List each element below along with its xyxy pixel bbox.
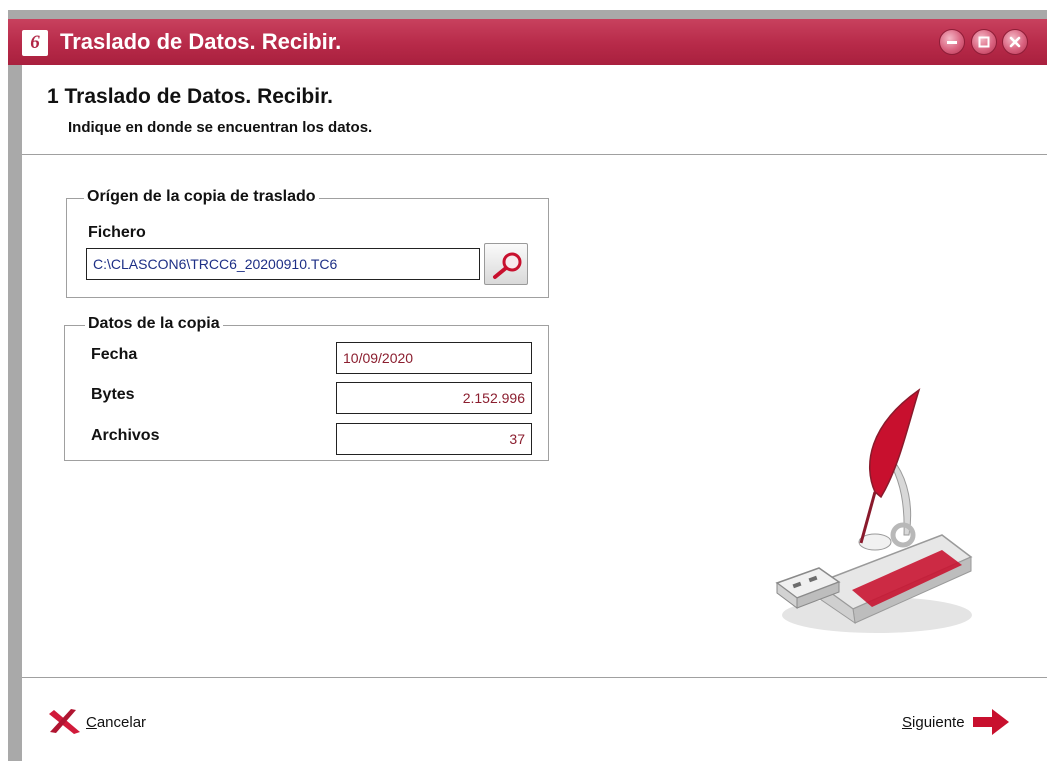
browse-button[interactable] [484,243,528,285]
copy-data-group-legend: Datos de la copia [85,315,223,333]
cancel-label: Cancelar [86,713,147,731]
bytes-label: Bytes [91,386,135,403]
window-title: Traslado de Datos. Recibir. [60,29,342,54]
header-divider [22,154,1047,155]
file-label: Fichero [88,224,146,241]
date-label: Fecha [91,346,138,363]
next-button[interactable]: Siguiente [902,706,1012,738]
arrow-right-icon [972,709,1009,735]
origin-group-legend: Orígen de la copia de traslado [84,188,319,206]
usb-drive-quill-icon [775,388,973,633]
date-field[interactable]: 10/09/2020 [336,342,532,374]
cancel-x-icon [49,709,80,734]
files-field[interactable]: 37 [336,423,532,455]
minimize-button[interactable] [939,29,965,55]
close-icon [1009,36,1021,48]
file-path-field[interactable]: C:\CLASCON6\TRCC6_20200910.TC6 [86,248,480,280]
title-bar[interactable]: 6 Traslado de Datos. Recibir. [8,19,1047,65]
close-button[interactable] [1002,29,1028,55]
dialog-body: 1 Traslado de Datos. Recibir. Indique en… [22,65,1047,761]
maximize-button[interactable] [971,29,997,55]
bytes-field[interactable]: 2.152.996 [336,382,532,414]
next-label: Siguiente [902,713,965,731]
maximize-icon [978,36,990,48]
files-label: Archivos [91,427,160,444]
magnifier-icon [493,252,522,279]
page-title: 1 Traslado de Datos. Recibir. [47,85,333,108]
app-icon: 6 [22,30,48,56]
footer-divider [22,677,1047,678]
cancel-button[interactable]: Cancelar [44,706,146,738]
page-subtitle: Indique en donde se encuentran los datos… [68,119,373,136]
minimize-icon [947,41,957,44]
